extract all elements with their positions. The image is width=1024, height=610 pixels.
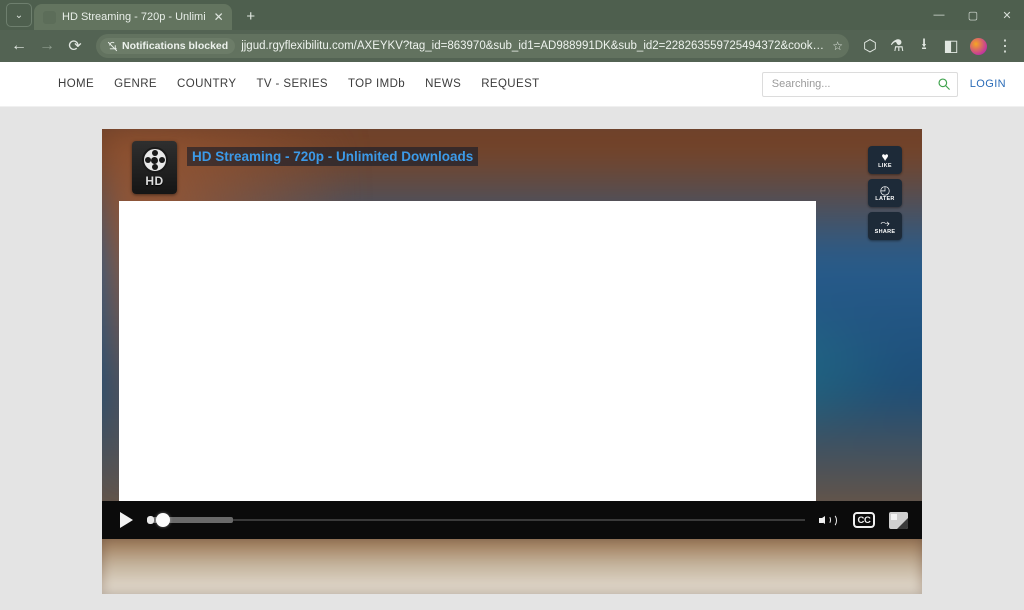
page-content: HD HD Streaming - 720p - Unlimited Downl… (0, 107, 1024, 610)
maximize-icon[interactable]: ▢ (956, 0, 990, 30)
video-viewport[interactable] (119, 201, 816, 506)
reload-icon[interactable]: ⟳ (62, 33, 88, 59)
extensions-icon[interactable]: ⬡ (857, 33, 883, 59)
minimize-icon[interactable]: — (922, 0, 956, 30)
share-button[interactable]: ⤳ SHARE (868, 212, 902, 240)
hd-logo-text: HD (145, 174, 163, 188)
search-icon[interactable] (937, 77, 951, 91)
main-nav: HOME GENRE COUNTRY TV - SERIES TOP IMDb … (58, 78, 540, 90)
header-right: LOGIN (762, 72, 1006, 97)
tab-search-button[interactable]: ⌄ (6, 3, 32, 27)
like-label: LIKE (878, 163, 892, 170)
search-box[interactable] (762, 72, 958, 97)
film-reel-icon (142, 147, 168, 173)
url-text: jjgud.rgyflexibilitu.com/AXEYKV?tag_id=8… (241, 40, 826, 52)
play-button[interactable] (120, 512, 133, 528)
share-icon: ⤳ (880, 217, 890, 229)
notifications-blocked-chip[interactable]: Notifications blocked (100, 38, 235, 54)
tab-strip: ⌄ HD Streaming - 720p - Unlimi ✕ + — ▢ ✕ (0, 0, 1024, 30)
nav-item-country[interactable]: COUNTRY (177, 78, 236, 90)
toolbar-right-icons: ⬡ ⚗ ⭳ ◧ ⋮ (857, 33, 1018, 59)
player-header: HD HD Streaming - 720p - Unlimited Downl… (102, 129, 922, 201)
search-input[interactable] (772, 78, 937, 90)
player-title: HD Streaming - 720p - Unlimited Download… (187, 147, 478, 166)
chevron-down-icon: ⌄ (15, 10, 23, 21)
clock-icon: ◴ (880, 184, 890, 196)
notifications-blocked-label: Notifications blocked (122, 40, 228, 52)
nav-item-request[interactable]: REQUEST (481, 78, 539, 90)
later-button[interactable]: ◴ LATER (868, 179, 902, 207)
close-icon[interactable]: ✕ (212, 11, 226, 23)
captions-icon[interactable]: CC (853, 512, 875, 528)
back-icon[interactable]: ← (6, 33, 32, 59)
forward-icon[interactable]: → (34, 33, 60, 59)
player-side-actions: ♥ LIKE ◴ LATER ⤳ SHARE (868, 146, 902, 240)
nav-item-tv-series[interactable]: TV - SERIES (256, 78, 328, 90)
progress-played (147, 516, 154, 524)
hd-logo-icon: HD (132, 141, 177, 194)
player-bottom-background (102, 539, 922, 594)
player-controls: CC (102, 501, 922, 539)
web-page: HOME GENRE COUNTRY TV - SERIES TOP IMDb … (0, 62, 1024, 610)
labs-flask-icon[interactable]: ⚗ (884, 33, 910, 59)
bell-off-icon (107, 41, 118, 52)
tab-title: HD Streaming - 720p - Unlimi (62, 11, 206, 23)
window-controls: — ▢ ✕ (922, 0, 1024, 30)
browser-window: ⌄ HD Streaming - 720p - Unlimi ✕ + — ▢ ✕… (0, 0, 1024, 610)
progress-knob[interactable] (156, 513, 170, 527)
profile-avatar[interactable] (965, 33, 991, 59)
nav-item-home[interactable]: HOME (58, 78, 94, 90)
nav-item-top-imdb[interactable]: TOP IMDb (348, 78, 405, 90)
heart-icon: ♥ (881, 151, 888, 163)
site-favicon (43, 11, 56, 24)
downloads-icon[interactable]: ⭳ (911, 33, 937, 59)
bookmark-star-icon[interactable]: ☆ (832, 39, 843, 53)
address-bar[interactable]: Notifications blocked jjgud.rgyflexibili… (96, 34, 849, 58)
chrome-menu-icon[interactable]: ⋮ (992, 33, 1018, 59)
player-right-controls: CC (819, 512, 908, 529)
progress-track (147, 519, 805, 521)
nav-item-genre[interactable]: GENRE (114, 78, 157, 90)
browser-toolbar: ← → ⟳ Notifications blocked jjgud.rgyfle… (0, 30, 1024, 62)
new-tab-button[interactable]: + (238, 3, 264, 29)
site-header: HOME GENRE COUNTRY TV - SERIES TOP IMDb … (0, 62, 1024, 107)
volume-icon[interactable] (819, 512, 839, 528)
video-player[interactable]: HD HD Streaming - 720p - Unlimited Downl… (102, 129, 922, 594)
close-window-icon[interactable]: ✕ (990, 0, 1024, 30)
browser-tab[interactable]: HD Streaming - 720p - Unlimi ✕ (34, 4, 232, 30)
nav-item-news[interactable]: NEWS (425, 78, 461, 90)
later-label: LATER (875, 196, 894, 203)
progress-slider[interactable] (147, 513, 805, 527)
side-panel-icon[interactable]: ◧ (938, 33, 964, 59)
share-label: SHARE (875, 229, 896, 236)
fullscreen-icon[interactable] (889, 512, 908, 529)
like-button[interactable]: ♥ LIKE (868, 146, 902, 174)
login-link[interactable]: LOGIN (970, 78, 1006, 90)
